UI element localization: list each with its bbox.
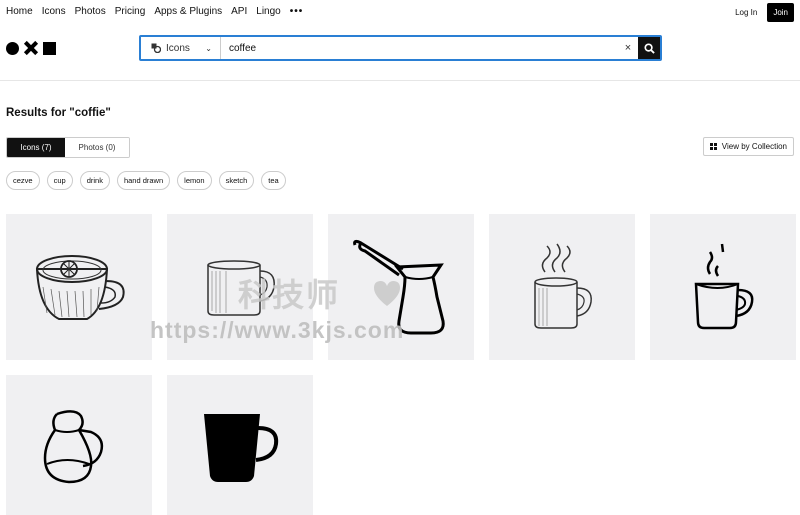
tag-hand-drawn[interactable]: hand drawn (116, 171, 171, 190)
tag-drink[interactable]: drink (79, 171, 110, 190)
steaming-cup-icon (694, 243, 754, 330)
tag-tea[interactable]: tea (261, 171, 286, 190)
search-input[interactable] (221, 37, 618, 59)
top-navigation: Home Icons Photos Pricing Apps & Plugins… (0, 0, 800, 24)
results-tabs: Icons (7) Photos (0) (6, 137, 130, 158)
tag-cup[interactable]: cup (46, 171, 73, 190)
more-menu-icon[interactable]: ••• (290, 6, 304, 17)
tab-photos[interactable]: Photos (0) (65, 138, 129, 157)
related-tags: cezve cup drink hand drawn lemon sketch … (6, 171, 286, 190)
login-link[interactable]: Log In (735, 8, 757, 17)
search-type-dropdown[interactable]: Icons ⌄ (141, 37, 221, 59)
site-logo[interactable] (6, 41, 56, 55)
icon-result-tile[interactable] (328, 214, 474, 360)
steaming-sketch-mug-icon (534, 243, 592, 329)
logo-square-icon (43, 41, 56, 55)
search-button[interactable] (638, 37, 660, 59)
join-button[interactable]: Join (767, 3, 794, 22)
results-title: Results for "coffie" (6, 107, 111, 119)
cezve-icon (353, 239, 445, 335)
tab-icons[interactable]: Icons (7) (7, 138, 65, 157)
nav-link-apps-plugins[interactable]: Apps & Plugins (154, 6, 222, 17)
header: Icons ⌄ × (0, 26, 800, 81)
tag-sketch[interactable]: sketch (218, 171, 255, 190)
nav-link-photos[interactable]: Photos (75, 6, 106, 17)
nav-link-icons[interactable]: Icons (42, 6, 66, 17)
view-by-collection-label: View by Collection (721, 142, 787, 151)
nav-link-pricing[interactable]: Pricing (115, 6, 146, 17)
chevron-down-icon: ⌄ (205, 43, 212, 53)
tag-cezve[interactable]: cezve (6, 171, 40, 190)
logo-circle-icon (6, 41, 19, 55)
search-type-label: Icons (166, 42, 190, 54)
search-icon (643, 42, 655, 54)
grid-icon (709, 143, 717, 150)
icon-result-tile[interactable] (650, 214, 796, 360)
icon-result-tile[interactable] (6, 375, 152, 515)
icon-result-tile[interactable] (167, 375, 313, 515)
logo-x-icon (24, 41, 38, 55)
nav-link-lingo[interactable]: Lingo (256, 6, 280, 17)
tag-lemon[interactable]: lemon (177, 171, 212, 190)
nav-link-api[interactable]: API (231, 6, 247, 17)
auth-area: Log In Join (735, 3, 794, 22)
clear-search-icon[interactable]: × (618, 37, 638, 59)
search-bar: Icons ⌄ × (139, 35, 662, 61)
nav-links: Home Icons Photos Pricing Apps & Plugins… (6, 6, 303, 17)
pitcher-cup-icon (43, 410, 104, 484)
view-by-collection-button[interactable]: View by Collection (702, 137, 794, 156)
sketch-mug-icon (207, 260, 275, 316)
lemon-tea-cup-icon (35, 255, 125, 320)
icons-category-icon (151, 43, 161, 53)
icon-result-tile[interactable] (6, 214, 152, 360)
nav-link-home[interactable]: Home (6, 6, 33, 17)
icon-result-tile[interactable] (167, 214, 313, 360)
icon-result-tile[interactable] (489, 214, 635, 360)
black-cup-icon (204, 414, 279, 482)
